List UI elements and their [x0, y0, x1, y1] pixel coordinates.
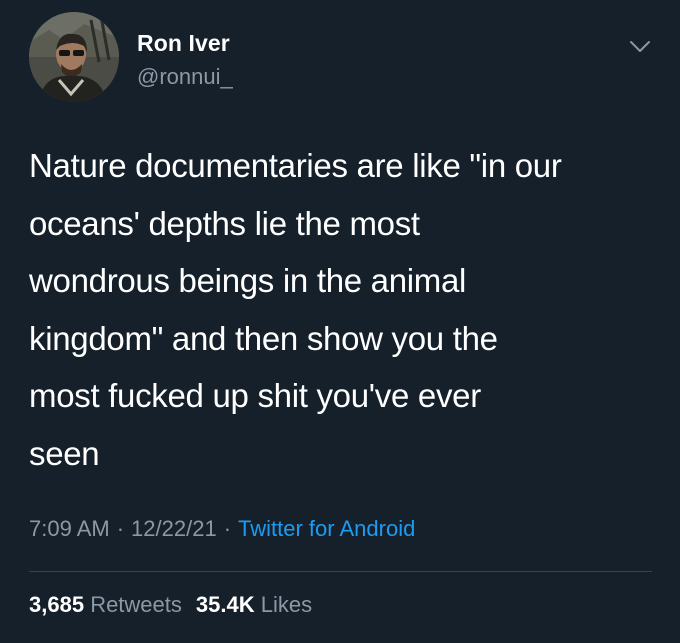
tweet-text: Nature documentaries are like "in our oc…	[29, 137, 669, 482]
retweets-label: Retweets	[90, 592, 182, 617]
likes-count: 35.4K	[195, 592, 255, 617]
likes-label: Likes	[260, 592, 313, 617]
author-handle[interactable]: @ronnui_	[137, 64, 233, 90]
divider	[29, 571, 652, 572]
retweets-stat[interactable]: 3,685 Retweets	[29, 592, 182, 618]
more-options-button[interactable]	[626, 34, 654, 58]
tweet-text-line: kingdom" and then show you the	[29, 319, 498, 357]
avatar[interactable]	[29, 12, 119, 102]
user-photo-icon	[29, 12, 119, 102]
tweet-time[interactable]: 7:09 AM	[29, 516, 110, 541]
likes-stat[interactable]: 35.4K Likes	[196, 592, 312, 618]
tweet-text-line: seen	[29, 434, 100, 472]
meta-separator: ·	[223, 516, 232, 541]
tweet-card: Ron Iver @ronnui_ Nature documentaries a…	[0, 0, 680, 643]
chevron-down-icon	[630, 41, 650, 52]
tweet-meta: 7:09 AM · 12/22/21 · Twitter for Android	[29, 516, 415, 542]
meta-separator: ·	[116, 516, 125, 541]
tweet-text-line: Nature documentaries are like "in our	[29, 147, 562, 184]
tweet-source-link[interactable]: Twitter for Android	[238, 516, 415, 541]
tweet-date[interactable]: 12/22/21	[131, 516, 217, 541]
author-display-name[interactable]: Ron Iver	[137, 30, 230, 57]
tweet-text-line: wondrous beings in the animal	[29, 262, 467, 299]
tweet-text-line: oceans' depths lie the most	[29, 204, 420, 242]
tweet-stats: 3,685 Retweets 35.4K Likes	[29, 592, 312, 618]
tweet-text-line: most fucked up shit you've ever	[29, 377, 481, 414]
retweets-count: 3,685	[29, 592, 85, 617]
